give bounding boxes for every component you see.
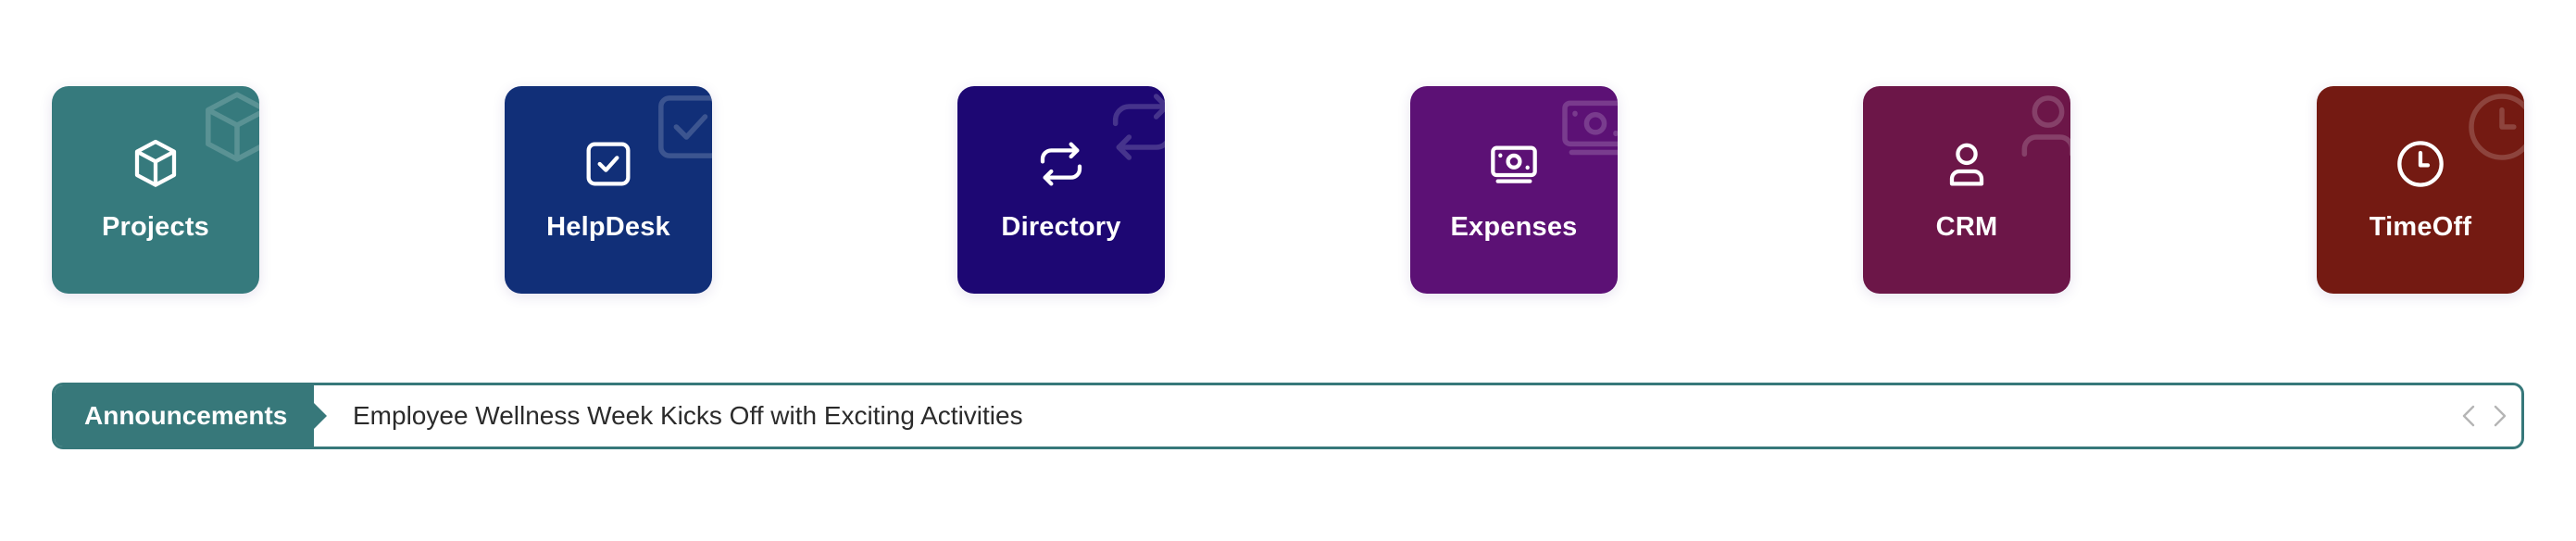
tile-directory[interactable]: Directory	[957, 86, 1165, 294]
user-icon	[2007, 86, 2070, 168]
user-icon	[1937, 134, 1996, 194]
repeat-icon	[1102, 86, 1165, 168]
announcements-label-arrow	[314, 403, 327, 429]
tile-projects[interactable]: Projects	[52, 86, 259, 294]
banknote-icon	[1555, 86, 1618, 168]
announcement-next-button[interactable]	[2486, 401, 2514, 431]
tile-label: CRM	[1935, 212, 1998, 242]
tile-label: Projects	[101, 212, 210, 242]
banknote-icon	[1484, 134, 1544, 194]
checkbox-icon	[649, 86, 712, 168]
tile-label: TimeOff	[2369, 212, 2472, 242]
launcher-page: Projects HelpDesk Directory Expenses CRM…	[0, 0, 2576, 541]
cube-icon	[196, 86, 259, 168]
chevron-right-icon	[2494, 405, 2507, 427]
tile-helpdesk[interactable]: HelpDesk	[505, 86, 712, 294]
clock-icon	[2461, 86, 2524, 168]
announcement-prev-button[interactable]	[2455, 401, 2482, 431]
announcements-label: Announcements	[55, 385, 314, 447]
announcements-bar: Announcements Employee Wellness Week Kic…	[52, 383, 2524, 449]
tile-label: HelpDesk	[546, 212, 670, 242]
tile-crm[interactable]: CRM	[1863, 86, 2070, 294]
tile-timeoff[interactable]: TimeOff	[2317, 86, 2524, 294]
clock-icon	[2391, 134, 2450, 194]
tile-expenses[interactable]: Expenses	[1410, 86, 1618, 294]
announcement-nav	[2455, 401, 2514, 431]
tile-label: Directory	[1001, 212, 1121, 242]
cube-icon	[126, 134, 185, 194]
announcement-headline[interactable]: Employee Wellness Week Kicks Off with Ex…	[353, 385, 1023, 447]
tile-label: Expenses	[1450, 212, 1578, 242]
chevron-left-icon	[2462, 405, 2475, 427]
repeat-icon	[1032, 134, 1091, 194]
checkbox-icon	[579, 134, 638, 194]
app-tiles: Projects HelpDesk Directory Expenses CRM…	[52, 86, 2524, 294]
